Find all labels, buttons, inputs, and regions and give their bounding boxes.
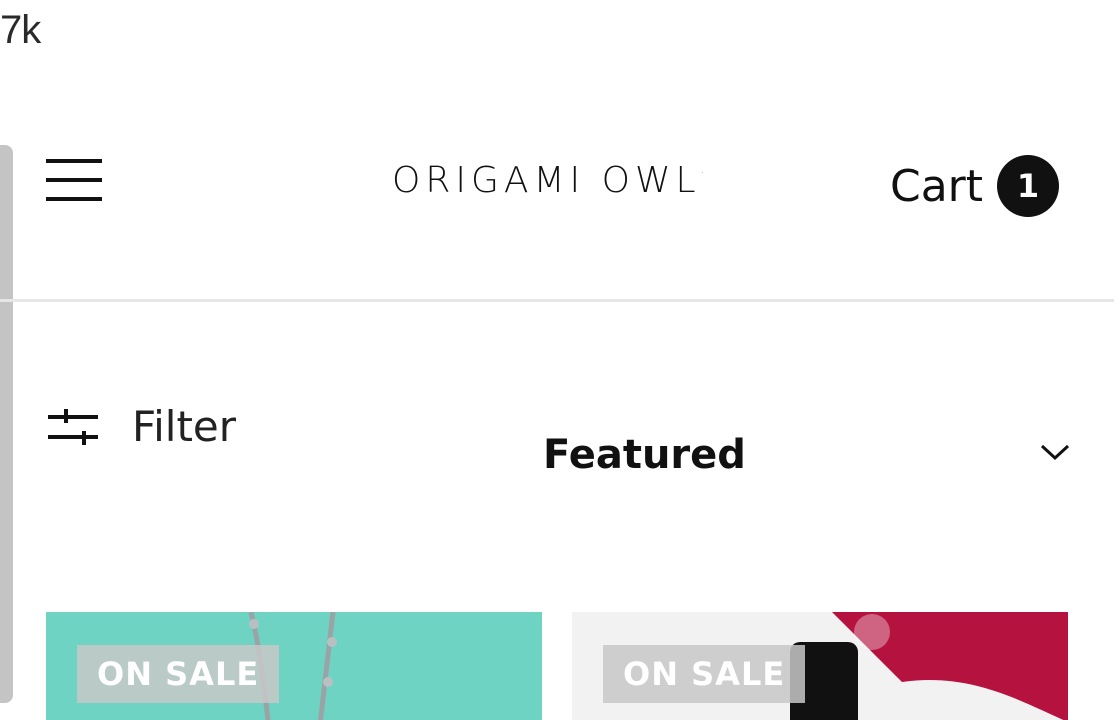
menu-button[interactable] <box>46 159 104 205</box>
site-logo[interactable]: ORIGAMI OWL· <box>392 160 704 201</box>
sliders-icon <box>48 408 98 445</box>
on-sale-badge: ON SALE <box>603 645 806 703</box>
cart-count-badge: 1 <box>997 155 1060 217</box>
on-sale-badge: ON SALE <box>77 645 280 703</box>
site-header: ORIGAMI OWL· Cart 1 <box>0 120 1114 302</box>
filter-label: Filter <box>132 402 237 451</box>
filter-button[interactable]: Filter <box>46 402 236 451</box>
logo-text: ORIGAMI OWL <box>392 160 701 201</box>
chevron-down-icon <box>1040 444 1070 461</box>
cart-label: Cart <box>890 160 984 212</box>
cart-button[interactable]: Cart 1 <box>890 155 1060 217</box>
hamburger-icon <box>46 159 102 163</box>
sort-select[interactable]: Featured <box>543 428 1073 488</box>
product-card[interactable]: ON SALE <box>46 612 542 720</box>
logo-mark: · <box>700 168 704 179</box>
sort-selected-value: Featured <box>543 432 746 478</box>
product-card[interactable]: ON SALE <box>572 612 1068 720</box>
overlay-view-count: 7k <box>0 8 41 52</box>
